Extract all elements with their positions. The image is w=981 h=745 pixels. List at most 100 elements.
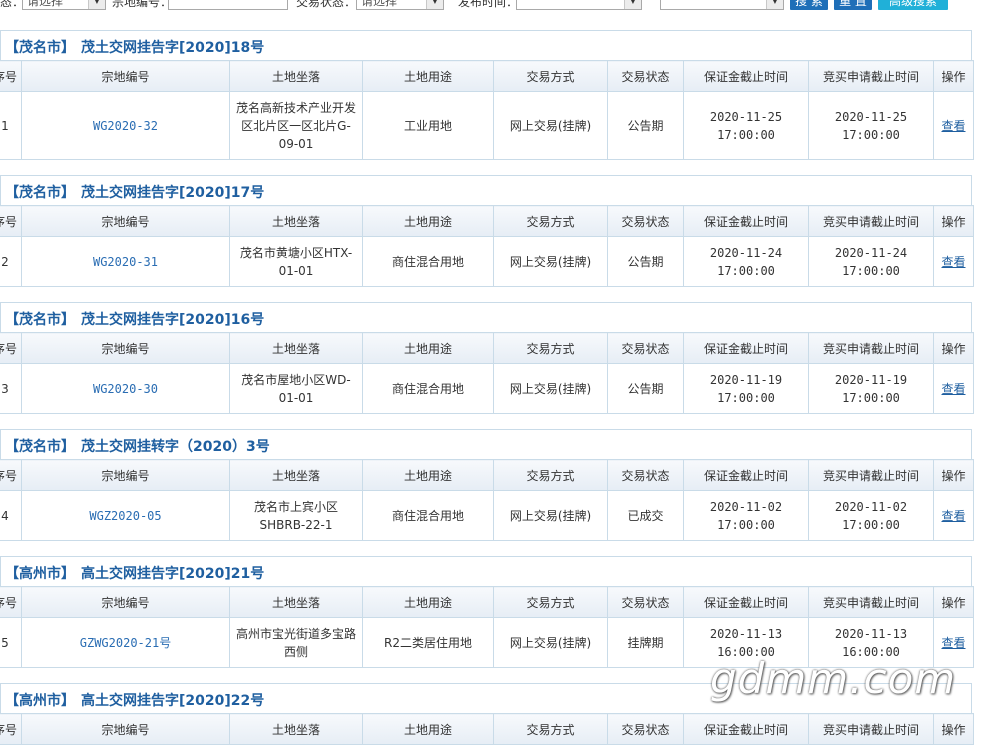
column-header: 交易状态 [607,60,684,92]
table-header-row: 序号宗地编号土地坐落土地用途交易方式交易状态保证金截止时间竞买申请截止时间操作 [0,205,974,237]
notice-title-bar: 【茂名市】 茂土交网挂告字[2020]17号 [0,175,972,205]
notice-title-bar: 【茂名市】 茂土交网挂告字[2020]18号 [0,30,972,60]
notice-title-bar: 【茂名市】 茂土交网挂告字[2020]16号 [0,302,972,332]
column-header: 土地坐落 [229,586,363,618]
column-header: 土地用途 [362,459,494,491]
column-header: 保证金截止时间 [683,586,809,618]
view-link[interactable]: 查看 [933,490,974,541]
view-link[interactable]: 查看 [933,363,974,414]
row-number: 1 [0,91,22,160]
filter-label-1: 态： [0,0,25,9]
notice-title[interactable]: 【高州市】 高土交网挂告字[2020]21号 [5,563,264,583]
column-header: 土地用途 [362,60,494,92]
trade-status: 公告期 [607,91,684,160]
deposit-deadline: 2020-11-19 17:00:00 [683,363,809,414]
chevron-down-icon: ▼ [766,0,783,9]
notice-title[interactable]: 【高州市】 高土交网挂告字[2020]22号 [5,690,264,710]
parcel-code-input[interactable] [168,0,288,10]
column-header: 土地坐落 [229,205,363,237]
parcel-code[interactable]: WG2020-31 [21,236,230,287]
table-header-row: 序号宗地编号土地坐落土地用途交易方式交易状态保证金截止时间竞买申请截止时间操作 [0,60,974,92]
notice-city: 【茂名市】 [5,312,75,328]
trade-status: 挂牌期 [607,617,684,668]
parcel-code[interactable]: WG2020-32 [21,91,230,160]
table-row: 1 WG2020-32 茂名高新技术产业开发区北片区一区北片G-09-01 工业用地网… [0,91,974,160]
column-header: 土地坐落 [229,332,363,364]
column-header: 交易状态 [607,586,684,618]
status-select[interactable]: 请选择 ▼ [356,0,444,10]
trade-method: 网上交易(挂牌) [493,91,608,160]
trade-status: 公告期 [607,363,684,414]
column-header: 竞买申请截止时间 [808,586,934,618]
column-header: 宗地编号 [21,459,230,491]
trade-method: 网上交易(挂牌) [493,490,608,541]
column-header: 操作 [933,586,974,618]
filter-bar: 态： 请选择 ▼ 宗地编号： 交易状态： 请选择 ▼ 发布时间： ▼ ▼ 搜 索… [0,0,981,12]
status-select-value: 请选择 [361,0,398,8]
notice-title[interactable]: 【茂名市】 茂土交网挂告字[2020]16号 [5,309,264,329]
reset-button[interactable]: 重 置 [834,0,872,10]
notice-city: 【茂名市】 [5,185,75,201]
parcel-table: 序号宗地编号土地坐落土地用途交易方式交易状态保证金截止时间竞买申请截止时间操作4… [0,459,974,541]
notice-title[interactable]: 【茂名市】 茂土交网挂告字[2020]17号 [5,182,264,202]
table-row: 4 WGZ2020-05 茂名市上宾小区SHBRB-22-1 商住混合用地 网上交易(挂… [0,490,974,541]
land-usage: 商住混合用地 [362,236,494,287]
chevron-down-icon: ▼ [426,0,443,9]
column-header: 竞买申请截止时间 [808,332,934,364]
date-select-end[interactable]: ▼ [660,0,784,10]
trade-method: 网上交易(挂牌) [493,617,608,668]
column-header: 序号 [0,60,22,92]
parcel-code[interactable]: GZWG2020-21号 [21,617,230,668]
notice-title[interactable]: 【茂名市】 茂土交网挂转字（2020）3号 [5,436,270,456]
table-row: 2 WG2020-31 茂名市黄塘小区HTX-01-01 商住混合用地 网上交易(挂牌)… [0,236,974,287]
view-link[interactable]: 查看 [933,236,974,287]
chevron-down-icon: ▼ [88,0,105,9]
table-header-row: 序号宗地编号土地坐落土地用途交易方式交易状态保证金截止时间竞买申请截止时间操作 [0,586,974,618]
notice-city: 【茂名市】 [5,439,75,455]
filter-label-date: 发布时间： [458,0,519,9]
watermark: gdmm.com [710,654,957,703]
trade-method: 网上交易(挂牌) [493,236,608,287]
column-header: 操作 [933,332,974,364]
notice-title[interactable]: 【茂名市】 茂土交网挂告字[2020]18号 [5,37,264,57]
column-header: 操作 [933,459,974,491]
advanced-search-button[interactable]: 高级搜索 [878,0,948,10]
search-button[interactable]: 搜 索 [790,0,828,10]
column-header: 交易方式 [493,205,608,237]
parcel-table: 序号宗地编号土地坐落土地用途交易方式交易状态保证金截止时间竞买申请截止时间操作1… [0,60,974,160]
column-header: 土地坐落 [229,60,363,92]
date-select-start[interactable]: ▼ [516,0,642,10]
filter-select-1[interactable]: 请选择 ▼ [22,0,106,10]
notice-title-bar: 【茂名市】 茂土交网挂转字（2020）3号 [0,429,972,459]
notice-title-bar: 【高州市】 高土交网挂告字[2020]21号 [0,556,972,586]
land-usage: 工业用地 [362,91,494,160]
parcel-location: 茂名市上宾小区SHBRB-22-1 [229,490,363,541]
column-header: 竞买申请截止时间 [808,60,934,92]
column-header: 交易方式 [493,586,608,618]
column-header: 土地用途 [362,332,494,364]
chevron-down-icon: ▼ [624,0,641,9]
column-header: 宗地编号 [21,60,230,92]
column-header: 序号 [0,459,22,491]
column-header: 竞买申请截止时间 [808,459,934,491]
apply-deadline: 2020-11-19 17:00:00 [808,363,934,414]
column-header: 宗地编号 [21,332,230,364]
notice-city: 【高州市】 [5,693,75,709]
column-header: 序号 [0,205,22,237]
parcel-code[interactable]: WGZ2020-05 [21,490,230,541]
parcel-table: 序号宗地编号土地坐落土地用途交易方式交易状态保证金截止时间竞买申请截止时间操作3… [0,332,974,414]
column-header: 保证金截止时间 [683,332,809,364]
deposit-deadline: 2020-11-24 17:00:00 [683,236,809,287]
filter-label-code: 宗地编号： [112,0,173,9]
notice-number: 高土交网挂告字[2020]22号 [81,693,265,709]
notice-city: 【茂名市】 [5,40,75,56]
row-number: 2 [0,236,22,287]
view-link[interactable]: 查看 [933,91,974,160]
column-header: 土地用途 [362,586,494,618]
parcel-table: 序号宗地编号土地坐落土地用途交易方式交易状态保证金截止时间竞买申请截止时间操作2… [0,205,974,287]
trade-status: 已成交 [607,490,684,541]
parcel-code[interactable]: WG2020-30 [21,363,230,414]
column-header: 操作 [933,60,974,92]
column-header: 保证金截止时间 [683,459,809,491]
filter-label-status: 交易状态： [296,0,357,9]
